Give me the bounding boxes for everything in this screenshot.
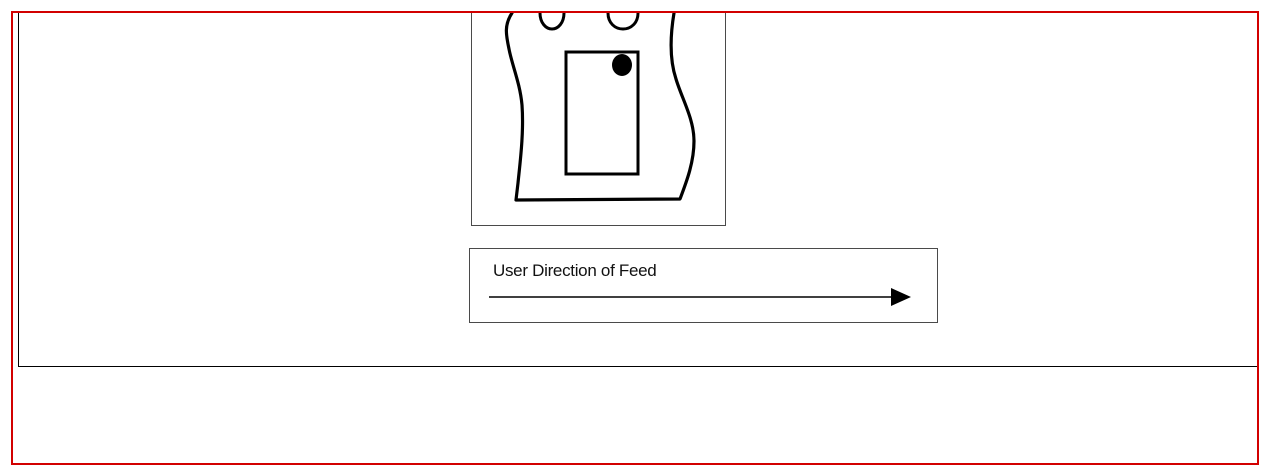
selection-highlight-frame [11, 11, 1259, 465]
